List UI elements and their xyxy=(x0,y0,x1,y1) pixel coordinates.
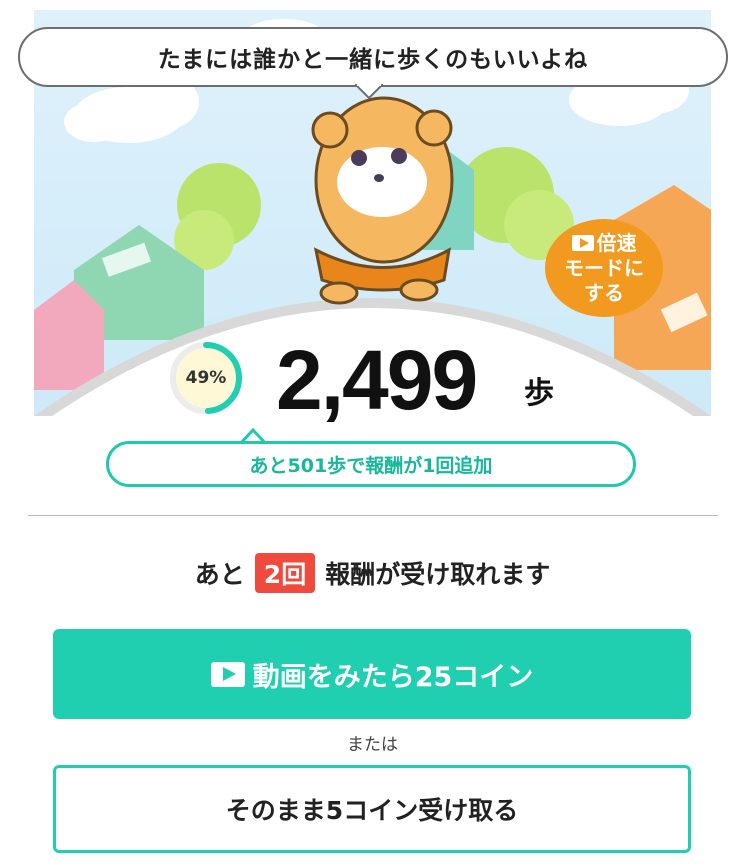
steps-count: 2,499 xyxy=(276,333,478,427)
next-reward-hint: あと501歩で報酬が1回追加 xyxy=(106,441,636,487)
speech-bubble: たまには誰かと一緒に歩くのもいいよね xyxy=(18,27,728,87)
remaining-prefix: あと xyxy=(194,560,245,589)
divider xyxy=(28,515,718,516)
receive-coins-label: そのまま5コイン受け取る xyxy=(225,796,519,825)
receive-coins-button[interactable]: そのまま5コイン受け取る xyxy=(53,765,691,853)
speed-mode-line3: する xyxy=(584,280,624,305)
progress-percent: 49% xyxy=(185,368,227,388)
speed-mode-line1: 倍速 xyxy=(596,230,637,255)
watch-video-button[interactable]: 動画をみたら25コイン xyxy=(53,629,691,719)
speech-text: たまには誰かと一緒に歩くのもいいよね xyxy=(157,47,589,73)
bear-character-icon xyxy=(311,96,454,305)
watch-video-label: 動画をみたら25コイン xyxy=(252,661,534,693)
remaining-count-badge: 2回 xyxy=(254,553,316,593)
remaining-rewards: あと 2回 報酬が受け取れます xyxy=(0,553,745,593)
play-icon xyxy=(210,661,245,687)
speed-mode-button[interactable]: 倍速 モードに する xyxy=(545,219,663,317)
speed-mode-line2: モードに xyxy=(564,255,644,280)
speech-bubble-tail xyxy=(355,84,383,100)
remaining-suffix: 報酬が受け取れます xyxy=(325,560,551,589)
next-reward-text: あと501歩で報酬が1回追加 xyxy=(249,454,493,477)
or-label: または xyxy=(347,735,398,755)
play-icon xyxy=(571,235,594,251)
steps-unit: 歩 xyxy=(524,376,554,411)
